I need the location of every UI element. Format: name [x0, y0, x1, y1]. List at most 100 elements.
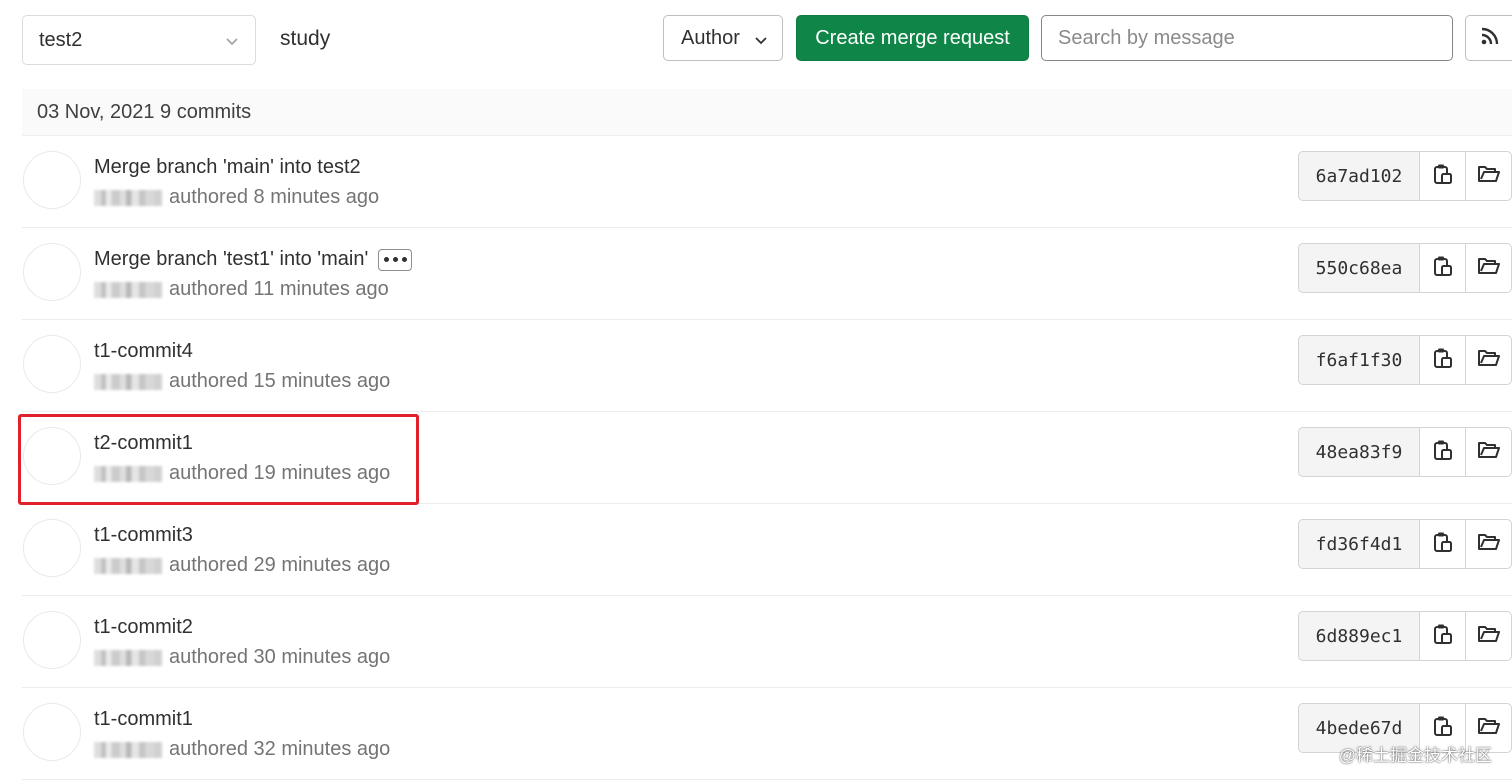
author-name-redacted[interactable] [94, 465, 162, 482]
folder-open-icon [1477, 348, 1501, 373]
commit-title-text[interactable]: t1-commit3 [94, 524, 193, 546]
browse-files-button[interactable] [1466, 427, 1512, 477]
folder-open-icon [1477, 716, 1501, 741]
commit-meta: authored 32 minutes ago [94, 738, 390, 761]
browse-files-button[interactable] [1466, 335, 1512, 385]
clipboard-icon [1433, 531, 1453, 558]
clipboard-icon [1433, 347, 1453, 374]
commit-row: t1-commit1 authored 32 minutes ago 4bede… [22, 688, 1512, 780]
commit-title[interactable]: Merge branch 'test1' into 'main' [94, 248, 413, 271]
commit-sha-group: 6a7ad102 [1298, 151, 1512, 201]
commit-sha-button[interactable]: 6a7ad102 [1298, 151, 1420, 201]
commit-authored-time: authored 19 minutes ago [169, 462, 391, 484]
author-name-redacted[interactable] [94, 373, 162, 390]
ellipsis-dot-icon [383, 257, 389, 263]
copy-sha-button[interactable] [1420, 151, 1466, 201]
search-input[interactable] [1041, 15, 1453, 61]
commit-title[interactable]: Merge branch 'main' into test2 [94, 156, 361, 179]
commit-day-header: 03 Nov, 2021 9 commits [22, 89, 1512, 136]
browse-files-button[interactable] [1466, 243, 1512, 293]
author-name-redacted[interactable] [94, 741, 162, 758]
avatar[interactable] [23, 519, 81, 577]
branch-dropdown[interactable]: test2 [22, 15, 256, 65]
commit-title-text[interactable]: t2-commit1 [94, 432, 193, 454]
commit-meta: authored 15 minutes ago [94, 370, 390, 393]
commit-authored-time: authored 8 minutes ago [169, 186, 380, 208]
avatar[interactable] [23, 243, 81, 301]
commit-authored-time: authored 29 minutes ago [169, 554, 391, 576]
commit-sha-group: fd36f4d1 [1298, 519, 1512, 569]
commit-row: Merge branch 'test1' into 'main' authore… [22, 228, 1512, 320]
commit-title-text[interactable]: t1-commit4 [94, 340, 193, 362]
clipboard-icon [1433, 715, 1453, 742]
avatar[interactable] [23, 335, 81, 393]
commit-row: t1-commit4 authored 15 minutes ago f6af1… [22, 320, 1512, 412]
commit-title[interactable]: t1-commit4 [94, 340, 193, 363]
commit-title[interactable]: t2-commit1 [94, 432, 193, 455]
commit-authored-time: authored 32 minutes ago [169, 738, 391, 760]
commit-list: Merge branch 'main' into test2 authored … [22, 136, 1512, 780]
author-name-redacted[interactable] [94, 649, 162, 666]
browse-files-button[interactable] [1466, 151, 1512, 201]
commit-sha-button[interactable]: 6d889ec1 [1298, 611, 1420, 661]
author-name-redacted[interactable] [94, 557, 162, 574]
commit-sha-group: f6af1f30 [1298, 335, 1512, 385]
folder-open-icon [1477, 624, 1501, 649]
commit-authored-time: authored 15 minutes ago [169, 370, 391, 392]
commit-row: t2-commit1 authored 19 minutes ago 48ea8… [22, 412, 1512, 504]
commit-sha-group: 550c68ea [1298, 243, 1512, 293]
browse-files-button[interactable] [1466, 519, 1512, 569]
author-filter-dropdown[interactable]: Author [663, 15, 783, 61]
commit-title-text[interactable]: t1-commit1 [94, 708, 193, 730]
rss-button[interactable] [1465, 15, 1512, 61]
commit-authored-time: authored 30 minutes ago [169, 646, 391, 668]
commit-row: t1-commit2 authored 30 minutes ago 6d889… [22, 596, 1512, 688]
commit-meta: authored 8 minutes ago [94, 186, 379, 209]
copy-sha-button[interactable] [1420, 611, 1466, 661]
commit-meta: authored 29 minutes ago [94, 554, 390, 577]
commit-title-text[interactable]: Merge branch 'test1' into 'main' [94, 248, 368, 270]
commit-title[interactable]: t1-commit3 [94, 524, 193, 547]
branch-name: test2 [39, 28, 83, 51]
clipboard-icon [1433, 623, 1453, 650]
ellipsis-dot-icon [392, 257, 398, 263]
commit-authored-time: authored 11 minutes ago [169, 278, 389, 300]
avatar[interactable] [23, 427, 81, 485]
commit-title[interactable]: t1-commit2 [94, 616, 193, 639]
commit-sha-button[interactable]: 48ea83f9 [1298, 427, 1420, 477]
clipboard-icon [1433, 163, 1453, 190]
clipboard-icon [1433, 255, 1453, 282]
commit-meta: authored 30 minutes ago [94, 646, 390, 669]
folder-open-icon [1477, 164, 1501, 189]
copy-sha-button[interactable] [1420, 335, 1466, 385]
commit-title[interactable]: t1-commit1 [94, 708, 193, 731]
copy-sha-button[interactable] [1420, 519, 1466, 569]
commit-sha-group: 6d889ec1 [1298, 611, 1512, 661]
commit-title-text[interactable]: t1-commit2 [94, 616, 193, 638]
folder-open-icon [1477, 256, 1501, 281]
commit-sha-button[interactable]: 550c68ea [1298, 243, 1420, 293]
commit-title-text[interactable]: Merge branch 'main' into test2 [94, 156, 361, 178]
browse-files-button[interactable] [1466, 611, 1512, 661]
commit-sha-button[interactable]: fd36f4d1 [1298, 519, 1420, 569]
commit-meta: authored 19 minutes ago [94, 462, 390, 485]
author-name-redacted[interactable] [94, 189, 162, 206]
create-merge-request-button[interactable]: Create merge request [796, 15, 1029, 61]
commit-sha-group: 48ea83f9 [1298, 427, 1512, 477]
project-name[interactable]: study [280, 27, 330, 51]
avatar[interactable] [23, 151, 81, 209]
copy-sha-button[interactable] [1420, 243, 1466, 293]
watermark: @稀土掘金技术社区 [1338, 746, 1492, 765]
commit-row: t1-commit3 authored 29 minutes ago fd36f… [22, 504, 1512, 596]
clipboard-icon [1433, 439, 1453, 466]
copy-sha-button[interactable] [1420, 427, 1466, 477]
author-name-redacted[interactable] [94, 281, 162, 298]
chevron-down-icon [754, 30, 768, 53]
folder-open-icon [1477, 440, 1501, 465]
expand-description-button[interactable] [378, 248, 413, 271]
chevron-down-icon [225, 31, 239, 54]
commit-sha-button[interactable]: f6af1f30 [1298, 335, 1420, 385]
commit-meta: authored 11 minutes ago [94, 278, 389, 301]
avatar[interactable] [23, 611, 81, 669]
avatar[interactable] [23, 703, 81, 761]
